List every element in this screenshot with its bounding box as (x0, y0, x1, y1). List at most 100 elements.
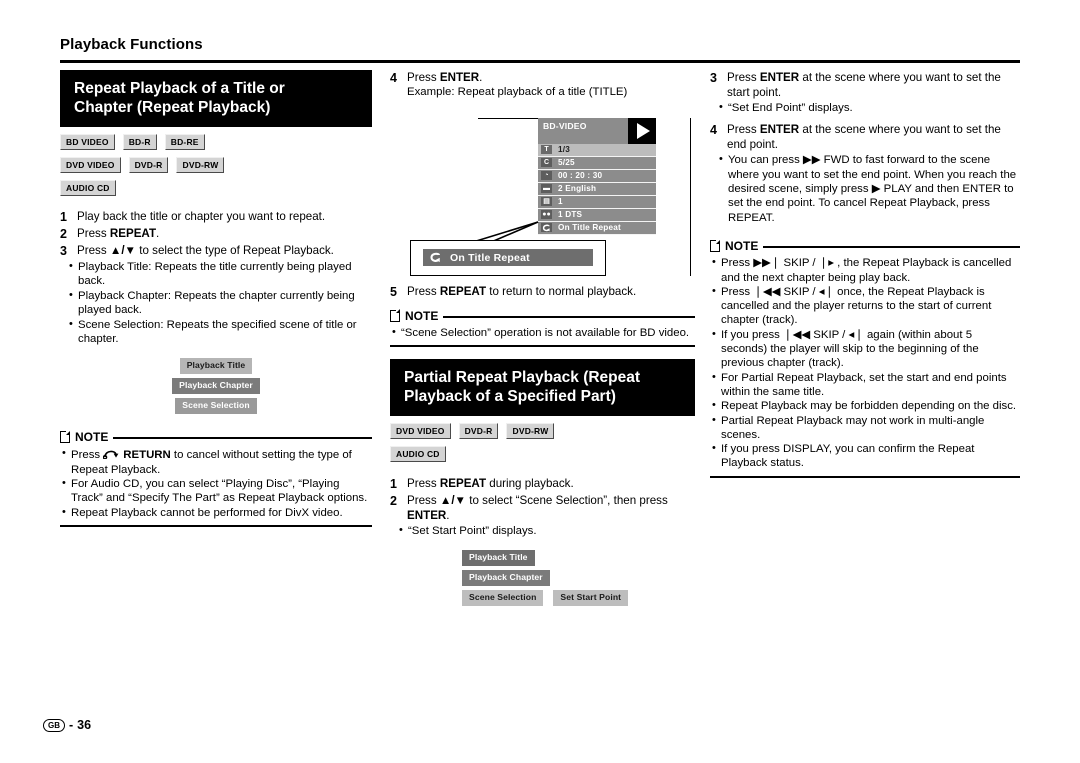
badge-bd-r: BD-R (122, 134, 157, 150)
bullet-item: Press RETURN to cancel without setting t… (62, 446, 372, 477)
step-text-pre: Press (727, 71, 760, 84)
left-column: Repeat Playback of a Title or Chapter (R… (60, 70, 372, 527)
badge-dvd-r: DVD-R (128, 157, 169, 173)
bullet-item: Repeat Playback cannot be performed for … (62, 505, 372, 520)
left-osd-chips: Playback Title Playback Chapter Scene Se… (60, 358, 372, 415)
right-column: 3 Press ENTER at the scene where you wan… (710, 70, 1020, 478)
badge-bd-video: BD VIDEO (60, 134, 115, 150)
note-bottom-rule (710, 475, 1020, 478)
bullet-item: If you press ❘◀◀ SKIP / ◂❘ again (within… (712, 327, 1020, 371)
step-3: 3 Press ENTER at the scene where you wan… (710, 70, 1020, 100)
bullet-item: Partial Repeat Playback may not work in … (712, 413, 1020, 443)
middle-column: 4 Press ENTER. Example: Repeat playback … (390, 70, 695, 610)
chip-playback-title: Playback Title (179, 358, 253, 375)
footer-separator: - (69, 718, 74, 732)
return-arrow-icon (102, 448, 123, 463)
step-3-bullets: Playback Title: Repeats the title curren… (60, 259, 372, 347)
section-banner-repeat-playback: Repeat Playback of a Title or Chapter (R… (60, 70, 372, 127)
left-note: NOTE Press RETURN to cancel without sett… (60, 430, 372, 527)
step-keyword-enter: ENTER (407, 509, 447, 523)
badge-dvd-video: DVD VIDEO (390, 423, 451, 439)
step-4: 4 Press ENTER at the scene where you wan… (710, 122, 1020, 152)
banner-line-1: Partial Repeat Playback (Repeat (404, 369, 641, 386)
step-5: 5 Press REPEAT to return to normal playb… (390, 284, 695, 300)
bullet-keyword-return: RETURN (123, 449, 171, 462)
step-text-post: . (446, 509, 450, 523)
chip-scene-selection: Scene Selection (462, 589, 544, 606)
step-1: 1 Press REPEAT during playback. (390, 476, 695, 492)
return-arrow-svg (102, 451, 119, 461)
step-3: 3 Press ▲/▼ to select the type of Repeat… (60, 243, 372, 259)
step-4-example: Example: Repeat playback of a title (TIT… (407, 86, 628, 99)
up-down-arrows-icon: ▲/▼ (109, 244, 137, 257)
badge-dvd-r: DVD-R (458, 423, 499, 439)
bullet-item: Playback Title: Repeats the title curren… (69, 259, 372, 289)
step-text-post: during playback. (486, 477, 574, 490)
bullet-item: Repeat Playback may be forbidden dependi… (712, 398, 1020, 413)
bullet-item: If you press DISPLAY, you can confirm th… (712, 441, 1020, 471)
step-text-post: to select the type of Repeat Playback. (136, 244, 334, 257)
bullet-item: For Partial Repeat Playback, set the sta… (712, 370, 1020, 400)
region-code-badge: GB (43, 718, 65, 732)
step-2: 2 Press REPEAT. (60, 226, 372, 242)
badge-dvd-rw: DVD-RW (176, 157, 225, 173)
step-text-pre: Press (727, 122, 760, 136)
page-footer: GB - 36 (43, 718, 91, 732)
step-number: 3 (710, 71, 717, 85)
badge-row-dvd: DVD VIDEO DVD-R DVD-RW (60, 157, 372, 173)
note-rule (443, 315, 695, 318)
note-label: NOTE (405, 308, 439, 323)
step-keyword-enter: ENTER (439, 71, 480, 84)
callout-on-title-repeat: On Title Repeat (410, 239, 606, 276)
step-2: 2 Press ▲/▼ to select “Scene Selection”,… (390, 493, 695, 523)
badge-audio-cd: AUDIO CD (60, 180, 116, 196)
middle-steps: 1 Press REPEAT during playback. 2 Press … (390, 476, 695, 539)
badge-dvd-video: DVD VIDEO (60, 157, 121, 173)
badge-audio-cd: AUDIO CD (390, 446, 446, 462)
note-rule (763, 246, 1020, 249)
bullet-item: “Set End Point” displays. (719, 100, 1020, 115)
note-header: NOTE (710, 239, 1020, 253)
step-keyword-repeat: REPEAT (109, 227, 157, 240)
chip-playback-title: Playback Title (462, 549, 535, 566)
step-1: 1 Play back the title or chapter you wan… (60, 209, 372, 225)
step-text-pre: Press (77, 244, 110, 257)
step-text: Play back the title or chapter you want … (77, 210, 326, 223)
step-number: 1 (60, 210, 67, 224)
step-3-bullets: “Set End Point” displays. (710, 100, 1020, 115)
bullet-item: Press ▶▶❘ SKIP / ❘▸ , the Repeat Playbac… (712, 255, 1020, 285)
repeat-loop-svg (430, 252, 440, 263)
step-number: 4 (390, 71, 397, 85)
middle-note: NOTE “Scene Selection” operation is not … (390, 309, 695, 347)
step-keyword-repeat: REPEAT (439, 477, 487, 490)
note-header: NOTE (60, 430, 372, 444)
badge-row-audio: AUDIO CD (60, 180, 372, 196)
header-rule (60, 60, 1020, 63)
bullet-item: Playback Chapter: Repeats the chapter cu… (69, 288, 372, 318)
callout-text: On Title Repeat (450, 251, 530, 264)
right-note: NOTE Press ▶▶❘ SKIP / ❘▸ , the Repeat Pl… (710, 239, 1020, 478)
badge-dvd-rw: DVD-RW (506, 423, 555, 439)
bullet-item: Press ❘◀◀ SKIP / ◂❘ once, the Repeat Pla… (712, 284, 1020, 328)
chip-scene-selection: Scene Selection (175, 398, 257, 415)
manual-page: Playback Functions Repeat Playback of a … (0, 0, 1080, 763)
callout-osd-bar: On Title Repeat (423, 249, 593, 267)
note-bottom-rule (60, 524, 372, 527)
bullet-item: Scene Selection: Repeats the specified s… (69, 317, 372, 347)
step-number: 3 (60, 244, 67, 258)
chip-set-start-point: Set Start Point (553, 589, 629, 606)
badge-row-dvd: DVD VIDEO DVD-R DVD-RW (390, 423, 695, 439)
badge-row-audio: AUDIO CD (390, 446, 695, 462)
osd-illustration: BD-VIDEO T 1/3 C 5/25 ◔ 00 : 20 : 30 ▬ 2… (390, 112, 695, 282)
step-number: 5 (390, 284, 397, 299)
note-page-icon (710, 239, 721, 253)
step-text-mid: to select “Scene Selection”, then press (466, 494, 668, 507)
step-number: 2 (60, 227, 67, 241)
badge-row-bd: BD VIDEO BD-R BD-RE (60, 134, 372, 150)
step-4-bullets: You can press ▶▶ FWD to fast forward to … (710, 152, 1020, 225)
step-text-pre: Press (407, 494, 440, 507)
step-keyword-repeat: REPEAT (439, 284, 487, 298)
step-keyword-enter: ENTER (759, 71, 800, 84)
step-text-pre: Press (407, 477, 440, 490)
bullet-item: For Audio CD, you can select “Playing Di… (62, 476, 372, 506)
